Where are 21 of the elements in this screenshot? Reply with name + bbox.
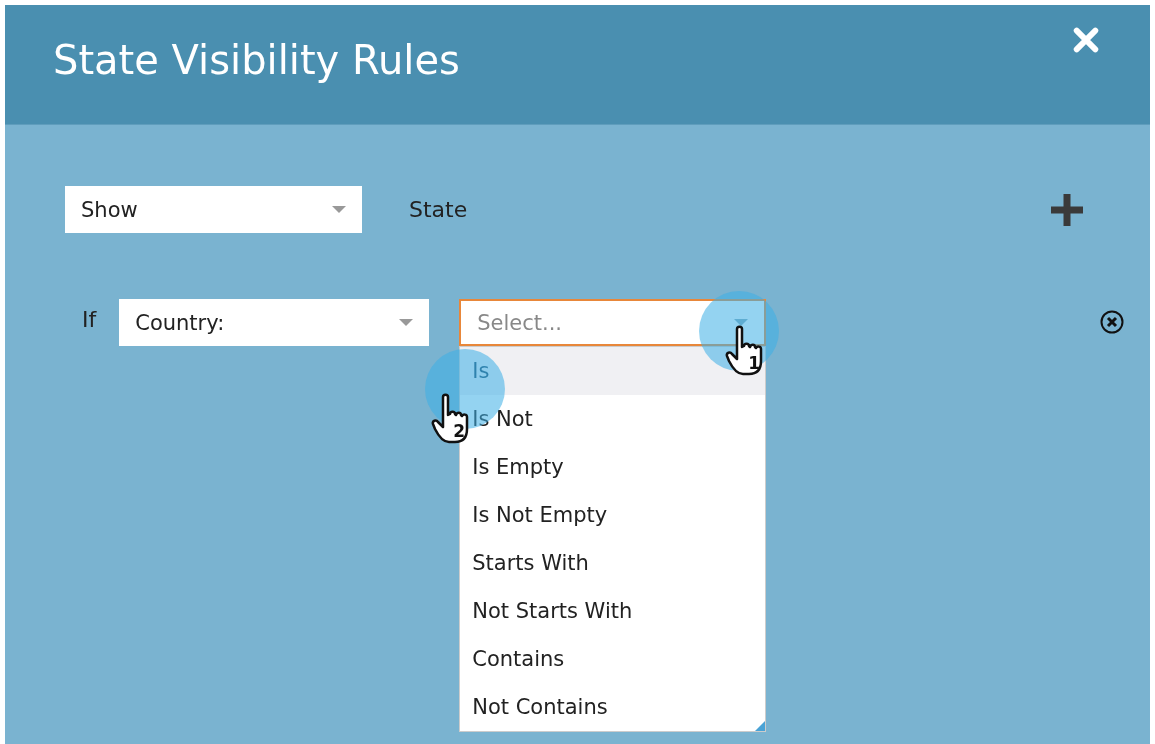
add-icon[interactable] (1049, 191, 1085, 228)
dropdown-option[interactable]: Is Not Empty (460, 491, 766, 539)
dropdown-option[interactable]: Contains (460, 635, 766, 683)
dialog-title: State Visibility Rules (53, 36, 460, 83)
caret-icon (734, 318, 749, 327)
dropdown-option[interactable]: Is Empty (460, 443, 766, 491)
close-icon[interactable] (1072, 25, 1100, 54)
dropdown-option[interactable]: Starts With (460, 539, 766, 587)
condition-prefix: If (82, 307, 97, 332)
caret-icon (399, 318, 414, 327)
remove-icon[interactable] (1100, 310, 1124, 334)
dropdown-option[interactable]: Not Starts With (460, 587, 766, 635)
dropdown-option[interactable]: Not Contains (460, 683, 766, 731)
field-dropdown[interactable]: Country: (119, 299, 430, 346)
resize-handle-icon[interactable] (755, 721, 766, 731)
step-number: 1 (748, 353, 761, 373)
action-dropdown[interactable]: Show (65, 186, 362, 233)
target-field-label: State (409, 197, 468, 222)
step-number: 2 (453, 421, 466, 441)
operator-dropdown[interactable]: Select... (459, 299, 767, 346)
caret-icon (332, 205, 346, 214)
